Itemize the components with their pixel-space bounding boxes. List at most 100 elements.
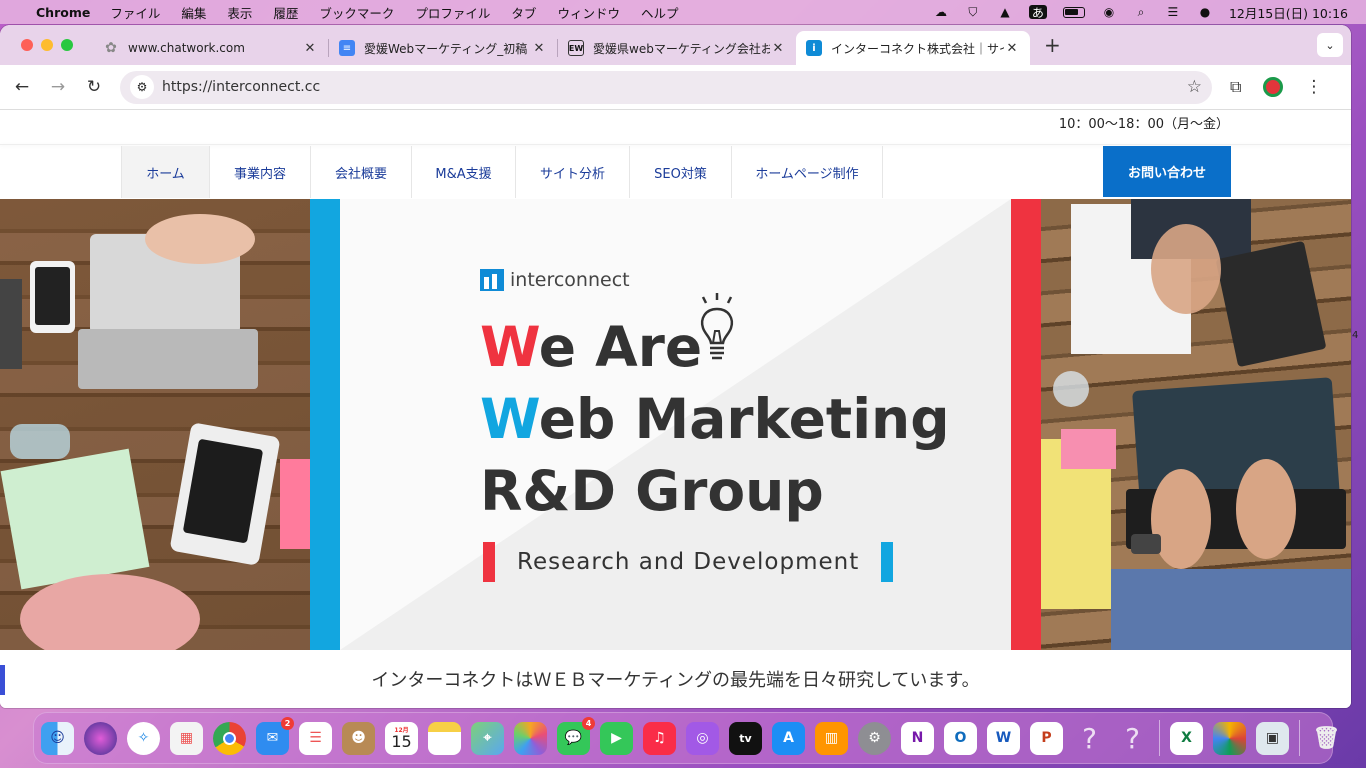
onenote-icon[interactable]: N xyxy=(901,721,934,755)
menu-file[interactable]: ファイル xyxy=(110,3,160,22)
user-icon[interactable]: ◉ xyxy=(1101,5,1117,19)
interconnect-icon: i xyxy=(806,40,822,56)
nav-seo[interactable]: SEO対策 xyxy=(629,146,731,198)
google-docs-icon: ≡ xyxy=(339,40,355,56)
tab-chatwork[interactable]: ✿ www.chatwork.com ✕ xyxy=(93,31,328,65)
facetime-icon[interactable]: ▶ xyxy=(600,721,633,755)
back-button[interactable]: ← xyxy=(4,77,40,97)
unknown-app-icon[interactable]: ? xyxy=(1073,722,1106,755)
business-hours: 10：00〜18：00（月〜金） xyxy=(1058,117,1229,132)
header-divider xyxy=(0,144,1351,145)
outlook-icon[interactable]: O xyxy=(944,721,977,755)
site-info-icon[interactable]: ⚙ xyxy=(130,75,154,99)
bookmark-star-icon[interactable]: ☆ xyxy=(1187,77,1202,97)
nav-web-design[interactable]: ホームページ制作 xyxy=(731,146,883,198)
mail-icon[interactable]: ✉ 2 xyxy=(256,716,294,755)
safari-icon[interactable]: ✧ xyxy=(127,721,160,755)
tab-search-button[interactable]: ⌄ xyxy=(1317,33,1343,57)
nav-ma-support[interactable]: M&A支援 xyxy=(411,146,515,198)
spotlight-search-icon[interactable]: ⌕ xyxy=(1133,5,1149,19)
forward-button[interactable]: → xyxy=(40,77,76,97)
menu-edit[interactable]: 編集 xyxy=(181,3,206,22)
chrome-icon[interactable] xyxy=(213,721,246,755)
tab-interconnect[interactable]: i インターコネクト株式会社｜サイ ✕ xyxy=(796,31,1030,65)
new-tab-button[interactable]: + xyxy=(1044,33,1061,57)
music-icon[interactable]: ♫ xyxy=(643,721,676,755)
nav-company[interactable]: 会社概要 xyxy=(310,146,411,198)
menu-window[interactable]: ウィンドウ xyxy=(557,3,620,22)
drive-icon[interactable]: ▲ xyxy=(997,5,1013,19)
reminders-icon[interactable]: ☰ xyxy=(299,721,332,755)
unknown-app-icon[interactable]: ? xyxy=(1116,722,1149,755)
tab-title: www.chatwork.com xyxy=(128,41,245,55)
powerpoint-icon[interactable]: P xyxy=(1030,721,1063,755)
battery-icon[interactable] xyxy=(1062,6,1085,18)
photos-icon[interactable] xyxy=(514,721,547,755)
creative-cloud-icon[interactable]: ☁ xyxy=(933,5,949,19)
tab-ehime-web[interactable]: EW 愛媛県webマーケティング会社お ✕ xyxy=(558,31,796,65)
close-tab-icon[interactable]: ✕ xyxy=(531,41,547,56)
control-center-icon[interactable]: ☰ xyxy=(1165,5,1181,19)
calendar-icon[interactable]: 12月 15 xyxy=(385,721,418,755)
trash-icon[interactable]: 🗑 xyxy=(1310,722,1343,755)
menu-profiles[interactable]: プロファイル xyxy=(415,3,490,22)
input-method-icon[interactable]: あ xyxy=(1028,5,1047,20)
workspace-photo-right xyxy=(1041,199,1351,650)
headline-line-3: R&D Group xyxy=(480,459,824,523)
launchpad-icon[interactable]: ▦ xyxy=(170,721,203,755)
menu-tab[interactable]: タブ xyxy=(511,3,536,22)
nav-home[interactable]: ホーム xyxy=(121,146,209,198)
siri-icon[interactable] xyxy=(84,721,117,755)
menu-app-name[interactable]: Chrome xyxy=(36,5,90,20)
nav-services[interactable]: 事業内容 xyxy=(209,146,310,198)
excel-icon[interactable]: X xyxy=(1170,721,1203,755)
headline-accent-w: W xyxy=(480,387,539,451)
extensions-icon[interactable]: ⧉ xyxy=(1230,77,1241,97)
books-icon[interactable]: ▥ xyxy=(815,721,848,755)
notes-icon[interactable] xyxy=(428,721,461,755)
shield-icon[interactable]: ⛉ xyxy=(965,5,981,19)
menu-bookmarks[interactable]: ブックマーク xyxy=(319,3,394,22)
more-menu-icon[interactable]: ⋮ xyxy=(1305,77,1322,97)
nav-site-analysis[interactable]: サイト分析 xyxy=(515,146,629,198)
address-bar[interactable]: ⚙ https://interconnect.cc ☆ xyxy=(120,70,1212,104)
workspace-photo-left xyxy=(0,214,320,650)
contacts-icon[interactable]: ☻ xyxy=(342,721,375,755)
word-icon[interactable]: W xyxy=(987,721,1020,755)
reload-button[interactable]: ↻ xyxy=(76,77,112,97)
contact-button[interactable]: お問い合わせ xyxy=(1103,146,1231,197)
system-settings-icon[interactable]: ⚙ xyxy=(858,721,891,755)
app-store-icon[interactable]: A xyxy=(772,721,805,755)
close-tab-icon[interactable]: ✕ xyxy=(770,41,786,56)
menubar-clock[interactable]: 12月15日(日) 10:16 xyxy=(1229,3,1348,22)
hero-banner: interconnect We Are Web Marketing R&D Gr… xyxy=(0,199,1351,650)
menubar-status-area: ☁ ⛉ ▲ あ ◉ ⌕ ☰ ● 12月15日(日) 10:16 xyxy=(933,3,1354,22)
browser-toolbar: ← → ↻ ⚙ https://interconnect.cc ☆ ⧉ ⋮ xyxy=(0,65,1351,110)
dock-divider xyxy=(1299,720,1300,756)
podcasts-icon[interactable]: ◎ xyxy=(686,721,719,755)
siri-icon[interactable]: ● xyxy=(1197,5,1213,19)
interconnect-logo: interconnect xyxy=(480,269,630,291)
maps-icon[interactable]: ⌖ xyxy=(471,721,504,755)
profile-avatar[interactable] xyxy=(1263,77,1284,97)
apple-tv-icon[interactable]: tv xyxy=(729,721,762,755)
messages-icon[interactable]: 💬 4 xyxy=(557,716,595,755)
photo-app-icon[interactable] xyxy=(1213,721,1246,755)
messages-badge: 4 xyxy=(582,716,595,730)
menu-history[interactable]: 履歴 xyxy=(273,3,298,22)
tab-google-doc[interactable]: ≡ 愛媛Webマーケティング_初稿 の ✕ xyxy=(329,31,557,65)
close-tab-icon[interactable]: ✕ xyxy=(302,41,318,56)
tagline-blue-bar xyxy=(881,542,894,582)
close-tab-icon[interactable]: ✕ xyxy=(1004,41,1020,56)
zoom-window-button[interactable] xyxy=(61,39,73,51)
tab-title: 愛媛Webマーケティング_初稿 の xyxy=(364,41,531,56)
hero-blue-bar xyxy=(310,199,340,650)
close-window-button[interactable] xyxy=(21,39,33,51)
minimize-window-button[interactable] xyxy=(41,39,53,51)
menu-help[interactable]: ヘルプ xyxy=(641,3,679,22)
preview-icon[interactable]: ▣ xyxy=(1256,721,1289,755)
url-text[interactable]: https://interconnect.cc xyxy=(162,79,1187,95)
finder-icon[interactable]: ☺ xyxy=(41,721,74,755)
hero-red-bar xyxy=(1011,199,1041,650)
menu-view[interactable]: 表示 xyxy=(227,3,252,22)
